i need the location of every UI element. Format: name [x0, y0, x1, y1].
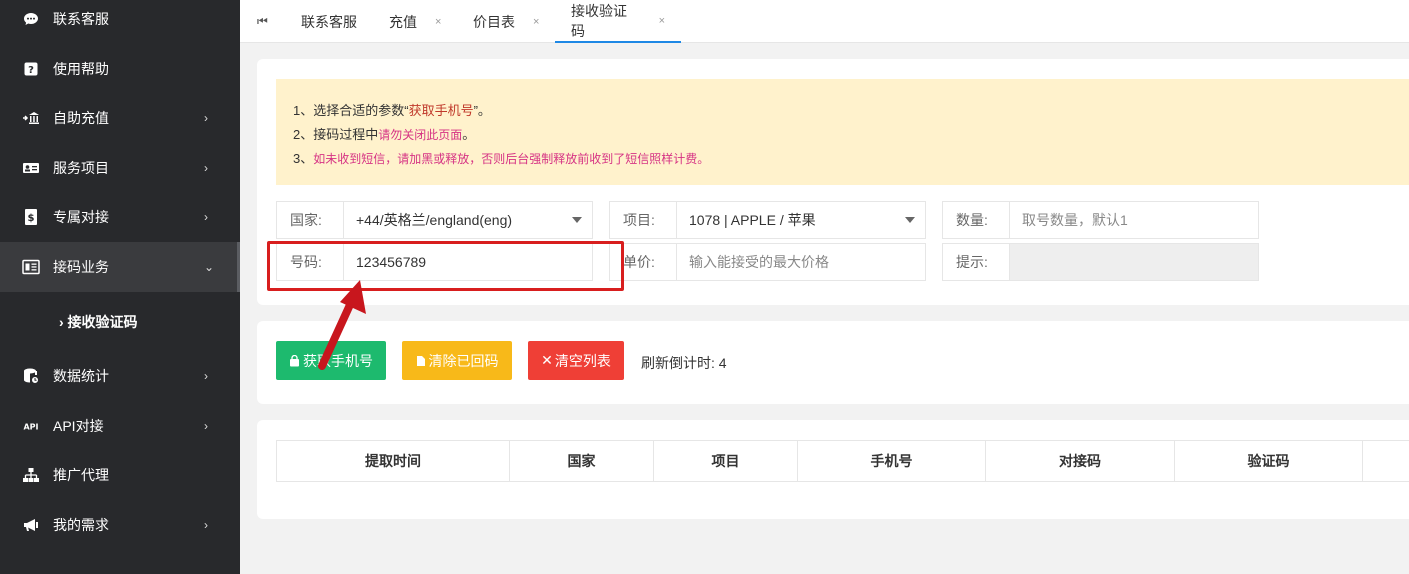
clear-returned-button[interactable]: 清除已回码	[402, 341, 512, 380]
database-icon	[22, 367, 40, 385]
sms-code-icon	[22, 258, 40, 276]
sidebar-item-label: 专属对接	[53, 209, 109, 225]
sidebar-item-label: API对接	[53, 418, 104, 434]
column-header[interactable]: 对接码	[986, 441, 1175, 481]
sidebar-item-label: 数据统计	[53, 368, 109, 384]
sidebar-subitem-receive-code[interactable]: › 接收验证码	[0, 297, 240, 347]
hint-group: 提示:	[942, 243, 1259, 281]
sidebar-item-label: 自助充值	[53, 110, 109, 126]
sidebar-subitem-label: › 接收验证码	[59, 314, 138, 330]
sidebar-item-label: 使用帮助	[53, 61, 109, 77]
tab-bar: ⏮ 联系客服 充值 × 价目表 × 接收验证码 ×	[240, 0, 1409, 43]
svg-text:API: API	[23, 423, 38, 432]
notice-line-3: 3、如未收到短信，请加黑或释放，否则后台强制释放前收到了短信照样计费。	[293, 151, 710, 166]
hint-field	[1010, 244, 1258, 280]
country-label: 国家:	[277, 202, 344, 238]
tab-label: 联系客服	[301, 13, 357, 30]
chevron-down-icon: ⌄	[204, 260, 215, 274]
quantity-label: 数量:	[943, 202, 1010, 238]
table-header: 提取时间 国家 项目 手机号 对接码 验证码	[276, 440, 1409, 482]
tab-customer-service[interactable]: 联系客服	[301, 0, 357, 43]
column-header[interactable]: 手机号	[798, 441, 986, 481]
tab-recharge[interactable]: 充值 ×	[389, 0, 441, 43]
sitemap-icon	[22, 466, 40, 484]
bank-icon	[22, 109, 40, 127]
column-header[interactable]: 国家	[510, 441, 654, 481]
column-header[interactable]: 项目	[654, 441, 798, 481]
sidebar-item-label: 联系客服	[53, 11, 109, 27]
sidebar-item-promotion[interactable]: 推广代理	[0, 450, 240, 500]
svg-text:?: ?	[28, 65, 34, 76]
sidebar-item-customer-service[interactable]: 联系客服	[0, 0, 240, 44]
caret-down-icon	[905, 217, 915, 223]
id-card-icon	[22, 159, 40, 177]
country-value[interactable]: +44/英格兰/england(eng)	[344, 202, 592, 238]
project-label: 项目:	[610, 202, 677, 238]
sidebar-item-my-requests[interactable]: 我的需求 ›	[0, 500, 240, 550]
tab-label: 充值	[389, 13, 417, 30]
column-header-extra	[1363, 441, 1409, 481]
dollar-doc-icon: $	[22, 208, 40, 226]
tab-price-list[interactable]: 价目表 ×	[473, 0, 539, 43]
price-group: 单价:	[609, 243, 926, 281]
chevron-right-icon: ›	[204, 210, 208, 224]
quantity-field[interactable]	[1010, 202, 1258, 238]
caret-down-icon	[572, 217, 582, 223]
notice-line-1: 1、选择合适的参数“获取手机号”。	[293, 103, 491, 118]
project-value[interactable]: 1078 | APPLE / 苹果	[677, 202, 925, 238]
sidebar-item-label: 推广代理	[53, 467, 109, 483]
file-icon	[416, 355, 425, 366]
sidebar-item-label: 接码业务	[53, 259, 109, 275]
chevron-right-icon: ›	[204, 419, 208, 433]
project-select[interactable]: 项目: 1078 | APPLE / 苹果	[609, 201, 926, 239]
chevron-right-icon: ›	[204, 518, 208, 532]
country-select[interactable]: 国家: +44/英格兰/england(eng)	[276, 201, 593, 239]
price-input[interactable]	[689, 254, 925, 270]
sidebar-item-services[interactable]: 服务项目 ›	[0, 143, 240, 193]
column-header[interactable]: 验证码	[1175, 441, 1363, 481]
clear-list-button[interactable]: ✕ 清空列表	[528, 341, 624, 380]
megaphone-icon	[22, 516, 40, 534]
tab-label: 接收验证码	[571, 2, 627, 39]
notice-line-2: 2、接码过程中请勿关闭此页面。	[293, 127, 476, 142]
close-icon[interactable]: ×	[533, 16, 539, 28]
close-icon: ✕	[541, 352, 553, 368]
quantity-input[interactable]	[1022, 212, 1258, 228]
sidebar-item-label: 服务项目	[53, 160, 109, 176]
annotation-arrow-icon	[318, 280, 366, 370]
sidebar: 联系客服 ? 使用帮助 自助充值 › 服务项目 › $ 专属对接 › 接码业务 …	[0, 0, 240, 574]
first-page-icon[interactable]: ⏮	[257, 0, 268, 43]
price-field[interactable]	[677, 244, 925, 280]
sidebar-item-dedicated[interactable]: $ 专属对接 ›	[0, 192, 240, 242]
notice-box: 1、选择合适的参数“获取手机号”。 2、接码过程中请勿关闭此页面。 3、如未收到…	[276, 79, 1409, 185]
chat-icon	[22, 10, 40, 28]
close-icon[interactable]: ×	[659, 15, 665, 27]
chevron-right-icon: ›	[204, 161, 208, 175]
chevron-right-icon: ›	[204, 369, 208, 383]
sidebar-item-statistics[interactable]: 数据统计 ›	[0, 351, 240, 401]
sidebar-item-sms-business[interactable]: 接码业务 ⌄	[0, 242, 240, 292]
quantity-group: 数量:	[942, 201, 1259, 239]
hint-label: 提示:	[943, 244, 1010, 280]
svg-text:$: $	[28, 213, 35, 224]
refresh-countdown: 刷新倒计时: 4	[641, 355, 727, 371]
sidebar-item-api[interactable]: API API对接 ›	[0, 401, 240, 451]
tab-receive-code[interactable]: 接收验证码 ×	[555, 0, 681, 43]
close-icon[interactable]: ×	[435, 16, 441, 28]
sidebar-item-label: 我的需求	[53, 517, 109, 533]
tab-label: 价目表	[473, 13, 515, 30]
chevron-right-icon: ›	[204, 111, 208, 125]
column-header[interactable]: 提取时间	[277, 441, 510, 481]
sidebar-item-help[interactable]: ? 使用帮助	[0, 44, 240, 94]
help-icon: ?	[22, 60, 40, 78]
bag-icon	[290, 354, 299, 366]
sidebar-item-recharge[interactable]: 自助充值 ›	[0, 93, 240, 143]
api-icon: API	[22, 417, 40, 435]
